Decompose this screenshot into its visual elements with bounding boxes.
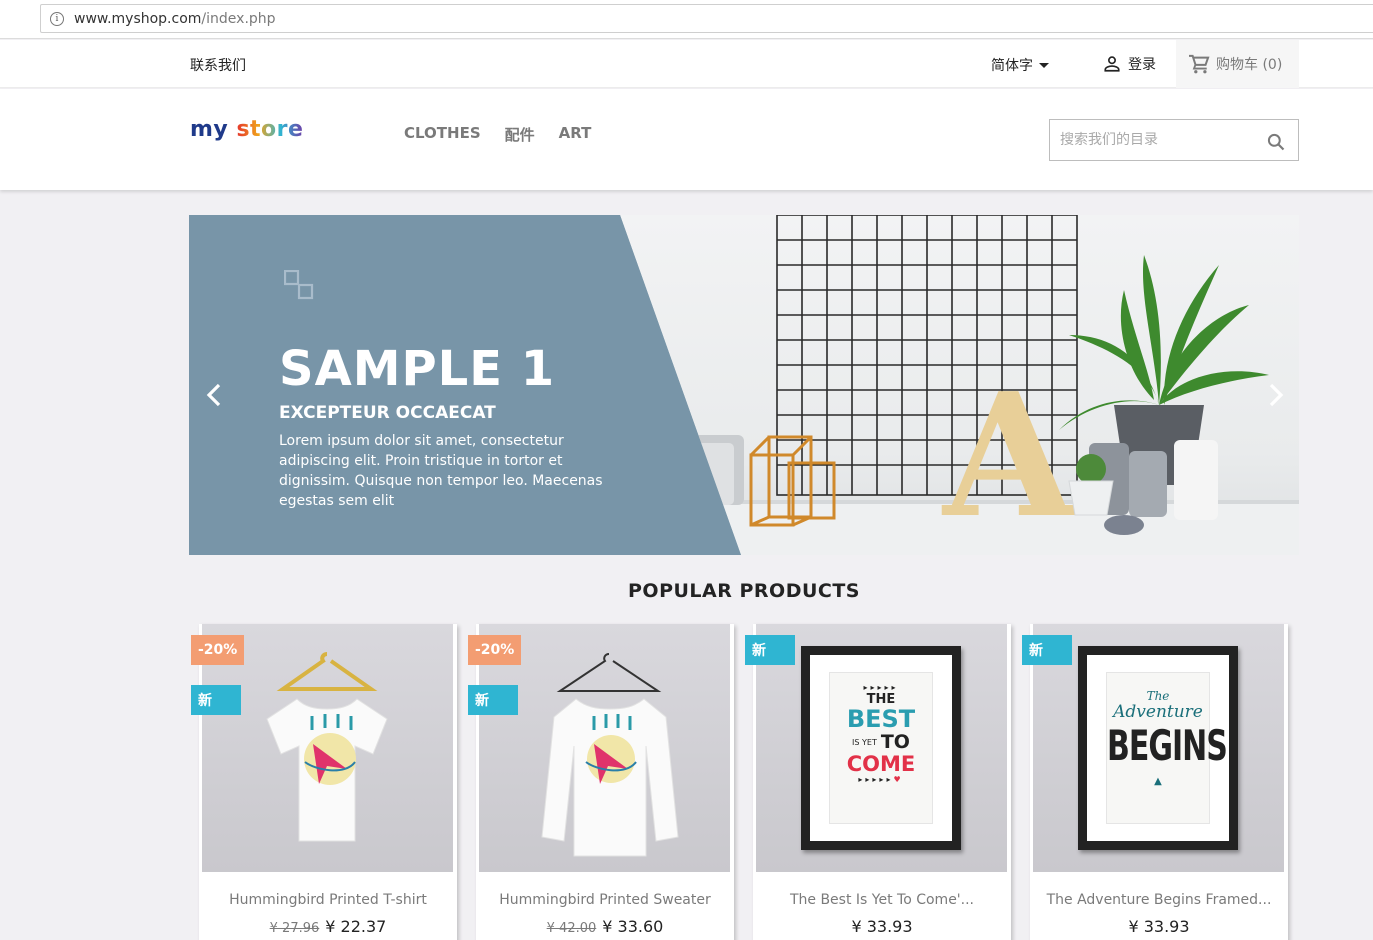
chevron-right-icon[interactable] bbox=[1265, 381, 1287, 409]
product-name[interactable]: Hummingbird Printed Sweater bbox=[476, 892, 734, 908]
hero-slider[interactable]: A SAMPLE 1 EXCEPTEUR OCCAECAT Lorem ipsu… bbox=[189, 215, 1299, 555]
discount-badge: -20% bbox=[191, 635, 245, 665]
poster-art: ▸▸▸▸▸ THE BEST IS YET TO COME ▸▸▸▸▸♥ bbox=[829, 672, 933, 824]
discount-badge: -20% bbox=[468, 635, 522, 665]
user-icon bbox=[1104, 56, 1120, 72]
login-label: 登录 bbox=[1128, 57, 1156, 73]
login-link[interactable]: 登录 bbox=[1103, 54, 1156, 74]
product-card[interactable]: The Adventure BEGINS ▲ 新 The Adventure B… bbox=[1022, 624, 1288, 940]
popular-products-heading: POPULAR PRODUCTS bbox=[628, 580, 860, 602]
new-badge: 新 bbox=[745, 635, 795, 665]
price: ¥ 33.93 bbox=[851, 917, 913, 936]
store-logo[interactable]: my store bbox=[190, 117, 303, 142]
caret-down-icon bbox=[1039, 62, 1049, 68]
logo-word-store: store bbox=[236, 117, 304, 142]
url-field[interactable]: i www.myshop.com/index.php bbox=[40, 4, 1373, 33]
menu-item-clothes[interactable]: CLOTHES bbox=[404, 124, 481, 145]
framed-poster: The Adventure BEGINS ▲ bbox=[1078, 646, 1238, 850]
main-menu: CLOTHES 配件 ART bbox=[404, 124, 591, 145]
search-box bbox=[1049, 119, 1299, 161]
language-label: 简体字 bbox=[991, 58, 1033, 74]
slide-subtitle: EXCEPTEUR OCCAECAT bbox=[279, 403, 496, 423]
new-badge: 新 bbox=[1022, 635, 1072, 665]
squares-logo-icon bbox=[284, 270, 314, 300]
site-header: my store CLOTHES 配件 ART bbox=[0, 89, 1373, 190]
contact-link[interactable]: 联系我们 bbox=[190, 55, 246, 75]
new-badge: 新 bbox=[191, 685, 241, 715]
price: ¥ 22.37 bbox=[325, 917, 387, 936]
product-card[interactable]: -20% 新 Hummingbird Printed T-shirt ¥ 27.… bbox=[191, 624, 457, 940]
menu-item-art[interactable]: ART bbox=[559, 124, 592, 145]
language-selector[interactable]: 简体字 bbox=[991, 55, 1049, 75]
new-badge: 新 bbox=[468, 685, 518, 715]
product-prices: ¥ 33.93 bbox=[753, 917, 1011, 936]
info-icon[interactable]: i bbox=[50, 11, 64, 26]
regular-price: ¥ 42.00 bbox=[546, 921, 597, 936]
product-prices: ¥ 33.93 bbox=[1030, 917, 1288, 936]
search-input[interactable] bbox=[1050, 120, 1250, 160]
regular-price: ¥ 27.96 bbox=[269, 921, 320, 936]
framed-poster: ▸▸▸▸▸ THE BEST IS YET TO COME ▸▸▸▸▸♥ bbox=[801, 646, 961, 850]
product-name[interactable]: Hummingbird Printed T-shirt bbox=[199, 892, 457, 908]
product-name[interactable]: The Adventure Begins Framed... bbox=[1030, 892, 1288, 908]
slide-title: SAMPLE 1 bbox=[279, 341, 556, 397]
product-prices: ¥ 27.96 ¥ 22.37 bbox=[199, 917, 457, 936]
product-card[interactable]: ▸▸▸▸▸ THE BEST IS YET TO COME ▸▸▸▸▸♥ 新 Th… bbox=[745, 624, 1011, 940]
url-text: www.myshop.com/index.php bbox=[74, 10, 276, 27]
slide-description: Lorem ipsum dolor sit amet, consectetur … bbox=[279, 433, 603, 509]
product-name[interactable]: The Best Is Yet To Come'... bbox=[753, 892, 1011, 908]
slide-letter: A bbox=[941, 356, 1077, 555]
logo-word-my: my bbox=[190, 117, 229, 142]
product-prices: ¥ 42.00 ¥ 33.60 bbox=[476, 917, 734, 936]
tshirt-image bbox=[266, 652, 388, 842]
browser-address-bar: i www.myshop.com/index.php bbox=[0, 0, 1373, 39]
cart-button[interactable]: 购物车 (0) bbox=[1176, 40, 1299, 88]
product-card[interactable]: -20% 新 Hummingbird Printed Sweater ¥ 42.… bbox=[468, 624, 734, 940]
menu-item-accessories[interactable]: 配件 bbox=[505, 124, 535, 145]
search-icon[interactable] bbox=[1266, 132, 1286, 152]
cart-icon bbox=[1189, 54, 1210, 74]
sweater-image bbox=[541, 653, 679, 857]
poster-art: The Adventure BEGINS ▲ bbox=[1106, 672, 1228, 824]
chevron-left-icon[interactable] bbox=[203, 381, 225, 409]
cart-label: 购物车 (0) bbox=[1216, 57, 1283, 73]
top-nav: 联系我们 简体字 登录 购物车 (0) bbox=[0, 40, 1373, 88]
price: ¥ 33.60 bbox=[602, 917, 664, 936]
price: ¥ 33.93 bbox=[1128, 917, 1190, 936]
